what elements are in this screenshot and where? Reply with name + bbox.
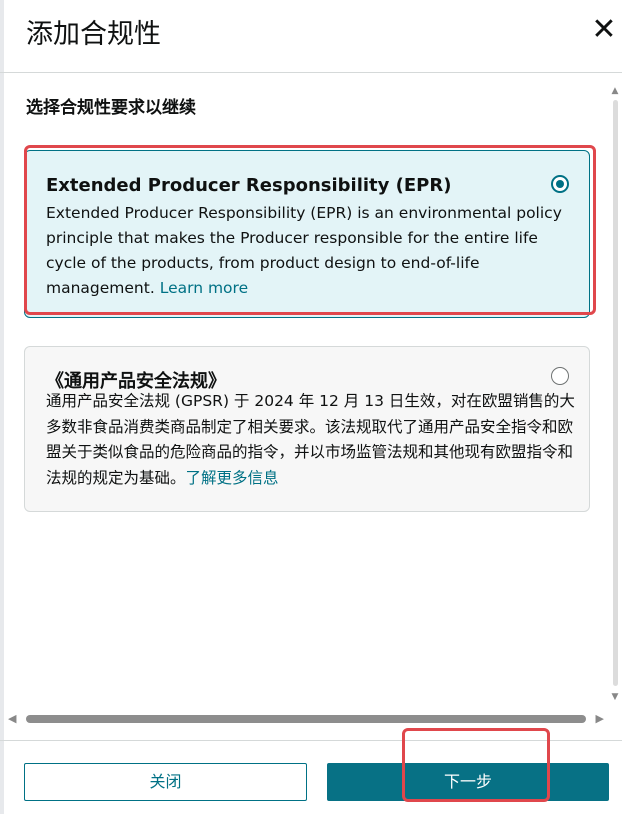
next-button[interactable]: 下一步 — [327, 763, 609, 801]
scrollbar-track[interactable] — [613, 100, 618, 686]
scroll-left-arrow-icon[interactable]: ◀ — [8, 712, 16, 725]
option-description: Extended Producer Responsibility (EPR) i… — [46, 201, 576, 301]
option-description-text: 通用产品安全法规 (GPSR) 于 2024 年 12 月 13 日生效，对在欧… — [46, 392, 575, 487]
dialog-header: 添加合规性 ✕ — [0, 0, 622, 73]
selection-prompt: 选择合规性要求以继续 — [26, 98, 196, 118]
radio-selected-icon[interactable] — [551, 175, 569, 193]
close-icon[interactable]: ✕ — [588, 14, 620, 46]
option-title: Extended Producer Responsibility (EPR) — [46, 175, 452, 196]
compliance-option-gpsr[interactable]: 《通用产品安全法规》 通用产品安全法规 (GPSR) 于 2024 年 12 月… — [24, 346, 590, 512]
close-button[interactable]: 关闭 — [24, 763, 307, 801]
learn-more-link[interactable]: 了解更多信息 — [186, 469, 279, 487]
learn-more-link[interactable]: Learn more — [160, 279, 248, 297]
option-description-text: Extended Producer Responsibility (EPR) i… — [46, 204, 562, 297]
scroll-down-arrow-icon[interactable]: ▼ — [610, 692, 620, 702]
dialog-title: 添加合规性 — [26, 19, 161, 50]
vertical-scrollbar[interactable]: ▲ ▼ — [610, 86, 620, 702]
dialog-edge — [0, 0, 4, 814]
dialog-footer: 关闭 下一步 — [0, 740, 622, 815]
horizontal-scrollbar[interactable]: ◀ ▶ — [8, 712, 604, 726]
compliance-option-epr[interactable]: Extended Producer Responsibility (EPR) E… — [24, 150, 590, 318]
scroll-right-arrow-icon[interactable]: ▶ — [596, 712, 604, 725]
option-description: 通用产品安全法规 (GPSR) 于 2024 年 12 月 13 日生效，对在欧… — [46, 389, 576, 491]
add-compliance-dialog: 添加合规性 ✕ 选择合规性要求以继续 ▲ ▼ Extended Producer… — [0, 0, 622, 814]
scrollbar-thumb[interactable] — [26, 715, 586, 723]
scroll-up-arrow-icon[interactable]: ▲ — [610, 86, 620, 96]
radio-unselected-icon[interactable] — [551, 367, 569, 385]
